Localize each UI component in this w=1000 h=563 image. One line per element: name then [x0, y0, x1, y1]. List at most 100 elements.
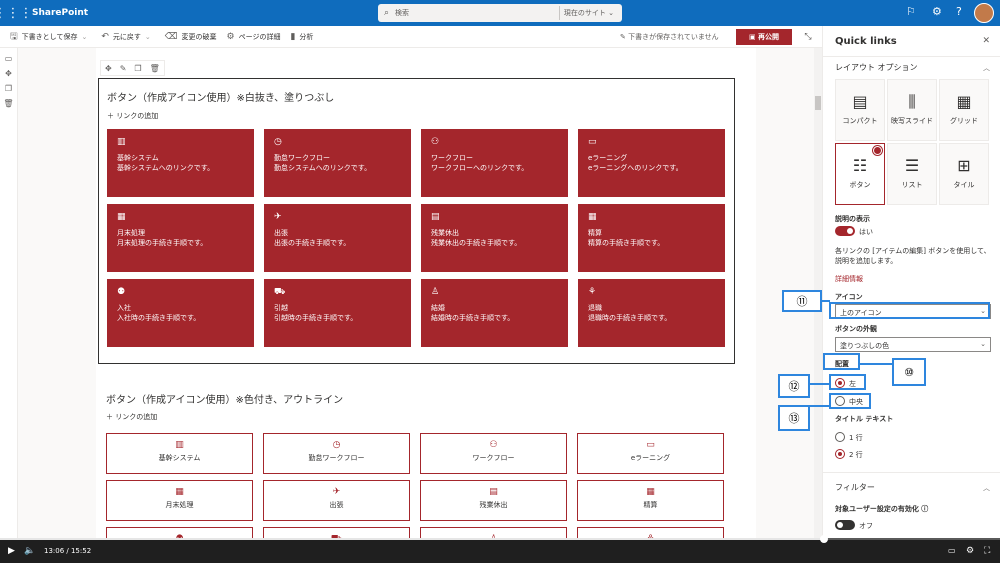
chevron-down-icon[interactable]: ⌄ [81, 33, 87, 41]
layout-option[interactable]: ▤ コンパクト [835, 79, 885, 141]
quicklink-tile[interactable]: ⚘ 退職 退職時の手続き手順です。 [578, 279, 725, 347]
quicklink-outline-tile[interactable]: ♙結婚 [420, 527, 567, 538]
quicklink-tile[interactable]: ⛟ 引越 引越時の手続き手順です。 [264, 279, 411, 347]
quicklink-tile[interactable]: ⚇ ワークフロー ワークフローへのリンクです。 [421, 129, 568, 197]
title-text-label: タイトル テキスト [835, 415, 894, 423]
quicklink-outline-tile[interactable]: ⛟引越 [263, 527, 410, 538]
quicklink-tile[interactable]: ✈ 出張 出張の手続き手順です。 [264, 204, 411, 272]
comment-icon[interactable]: ▭ [0, 54, 17, 63]
align-center-highlight [829, 393, 871, 409]
layout-icon: ☷ [852, 156, 868, 175]
move-icon[interactable]: ✥ [105, 64, 112, 73]
quicklink-tile[interactable]: ♙ 結婚 結婚時の手続き手順です。 [421, 279, 568, 347]
tile-text: ワークフロー ワークフローへのリンクです。 [431, 153, 558, 173]
elearning-icon: ▭ [588, 137, 597, 147]
quicklink-tile[interactable]: ⚉ 入社 入社時の手続き手順です。 [107, 279, 254, 347]
quicklink-outline-tile[interactable]: ✈ 出張 [263, 480, 410, 521]
quicklink-outline-tile[interactable]: ⚇ ワークフロー [420, 433, 567, 474]
appearance-dropdown[interactable]: 塗りつぶしの色 ⌄ [835, 337, 991, 352]
quicklink-outline-tile[interactable]: ⚉入社 [106, 527, 253, 538]
chevron-down-icon[interactable]: ⌄ [145, 33, 151, 41]
undo-button[interactable]: ↶ 元に戻す ⌄ [101, 32, 154, 42]
quicklink-tile[interactable]: ▭ eラーニング eラーニングへのリンクです。 [578, 129, 725, 197]
search-scope-dropdown[interactable]: 現在のサイト ⌄ [558, 6, 618, 20]
search-box[interactable]: ⌕ 検索 現在のサイト ⌄ [378, 4, 622, 22]
quicklink-outline-tile[interactable]: ▦ 精算 [577, 480, 724, 521]
tile-title: 月末処理 [117, 229, 145, 237]
chevron-down-icon: ⌄ [980, 340, 986, 348]
layout-option[interactable]: ▦ グリッド [939, 79, 989, 141]
close-icon[interactable]: ✕ [982, 36, 990, 46]
quicklink-tile[interactable]: ▦ 精算 精算の手続き手順です。 [578, 204, 725, 272]
layout-option[interactable]: ☰ リスト [887, 143, 937, 205]
progress-track[interactable] [0, 535, 1000, 543]
line2-radio[interactable] [835, 449, 845, 459]
layout-option[interactable]: ⫼ 映写スライド [887, 79, 937, 141]
fullscreen-icon[interactable]: ⛶ [984, 546, 990, 556]
delete-icon[interactable]: 🗑 [0, 99, 17, 108]
filter-header[interactable]: フィルター [835, 482, 875, 493]
add-link-button[interactable]: ＋ リンクの追加 [106, 412, 157, 422]
tile-title: 引越 [274, 304, 288, 312]
layout-label: コンパクト [842, 117, 878, 125]
republish-button[interactable]: ▣ 再公開 [736, 29, 792, 45]
more-info-link[interactable]: 詳細情報 [835, 274, 863, 284]
megaphone-icon[interactable]: ⚐ [906, 5, 916, 18]
add-link-label: リンクの追加 [115, 413, 158, 421]
move-icon[interactable]: ✥ [0, 69, 17, 78]
tile-description: 引越時の手続き手順です。 [274, 314, 358, 322]
callout-connector [822, 300, 830, 302]
discard-button[interactable]: ⌫ 変更の破棄 [165, 32, 217, 42]
analytics-button[interactable]: ▮ 分析 [290, 32, 313, 42]
app-launcher-icon[interactable]: ⋮⋮⋮ [0, 0, 33, 26]
brand-name[interactable]: SharePoint [32, 8, 88, 18]
quicklink-tile[interactable]: ◷ 勤怠ワークフロー 勤怠システムへのリンクです。 [264, 129, 411, 197]
gear-icon[interactable]: ⚙ [966, 546, 974, 556]
delete-icon[interactable]: 🗑 [150, 64, 160, 73]
edit-icon[interactable]: ✎ [120, 64, 127, 73]
icon-label: アイコン [835, 293, 863, 301]
quicklink-outline-tile[interactable]: ▤ 残業休出 [420, 480, 567, 521]
tile-text: 精算 精算の手続き手順です。 [588, 228, 715, 248]
add-link-button[interactable]: ＋ リンクの追加 [107, 111, 158, 121]
progress-handle[interactable] [820, 535, 828, 543]
tile-title: 残業休出 [431, 229, 459, 237]
layout-options-header[interactable]: レイアウト オプション [835, 62, 918, 73]
undo-icon: ↶ [101, 31, 109, 42]
quicklink-tile[interactable]: ▥ 基幹システム 基幹システムへのリンクです。 [107, 129, 254, 197]
draft-status: ✎ 下書きが保存されていません [620, 33, 719, 41]
volume-icon[interactable]: 🔈 [24, 546, 35, 556]
chevron-up-icon[interactable]: ︿ [983, 483, 990, 493]
scrollbar-thumb[interactable] [815, 96, 821, 110]
quicklink-outline-tile[interactable]: ▥ 基幹システム [106, 433, 253, 474]
gear-icon: ⚙ [226, 31, 235, 42]
quicklink-outline-tile[interactable]: ◷ 勤怠ワークフロー [263, 433, 410, 474]
copy-icon[interactable]: ❐ [0, 84, 17, 93]
show-desc-toggle[interactable] [835, 226, 855, 236]
quicklink-outline-tile[interactable]: ▦ 月末処理 [106, 480, 253, 521]
quicklinks-webpart-selected[interactable]: ボタン（作成アイコン使用）※白抜き、塗りつぶし ＋ リンクの追加 ▥ 基幹システム… [98, 78, 735, 364]
quicklink-tile[interactable]: ▦ 月末処理 月末処理の手続き手順です。 [107, 204, 254, 272]
command-bar: 🖫 下書きとして保存 ⌄ ↶ 元に戻す ⌄ ⌫ 変更の破棄 ⚙ ページの詳細 ▮ 分析 ✎ 下… [0, 26, 822, 48]
quicklink-outline-tile[interactable]: ⚘退職 [577, 527, 724, 538]
captions-icon[interactable]: ▭ [948, 546, 956, 555]
help-icon[interactable]: ? [956, 5, 962, 18]
page-details-button[interactable]: ⚙ ページの詳細 [227, 32, 281, 42]
duplicate-icon[interactable]: ❐ [134, 64, 141, 73]
line1-radio[interactable] [835, 432, 845, 442]
tile-title: eラーニング [630, 454, 671, 462]
collapse-icon[interactable]: ⤡ [800, 29, 816, 45]
layout-option[interactable]: ☷ ボタン [835, 143, 885, 205]
avatar[interactable] [974, 3, 994, 23]
audience-toggle[interactable] [835, 520, 855, 530]
chevron-up-icon[interactable]: ︿ [983, 63, 990, 73]
callout-connector [860, 363, 892, 365]
gear-icon[interactable]: ⚙ [932, 5, 942, 18]
quicklink-outline-tile[interactable]: ▭ eラーニング [577, 433, 724, 474]
tile-title: 月末処理 [165, 501, 194, 509]
play-icon[interactable]: ▶ [8, 546, 15, 556]
quicklink-tile[interactable]: ▤ 残業休出 残業休出の手続き手順です。 [421, 204, 568, 272]
save-draft-button[interactable]: 🖫 下書きとして保存 ⌄ [10, 29, 91, 45]
tile-title: 基幹システム [158, 454, 201, 462]
layout-option[interactable]: ⊞ タイル [939, 143, 989, 205]
